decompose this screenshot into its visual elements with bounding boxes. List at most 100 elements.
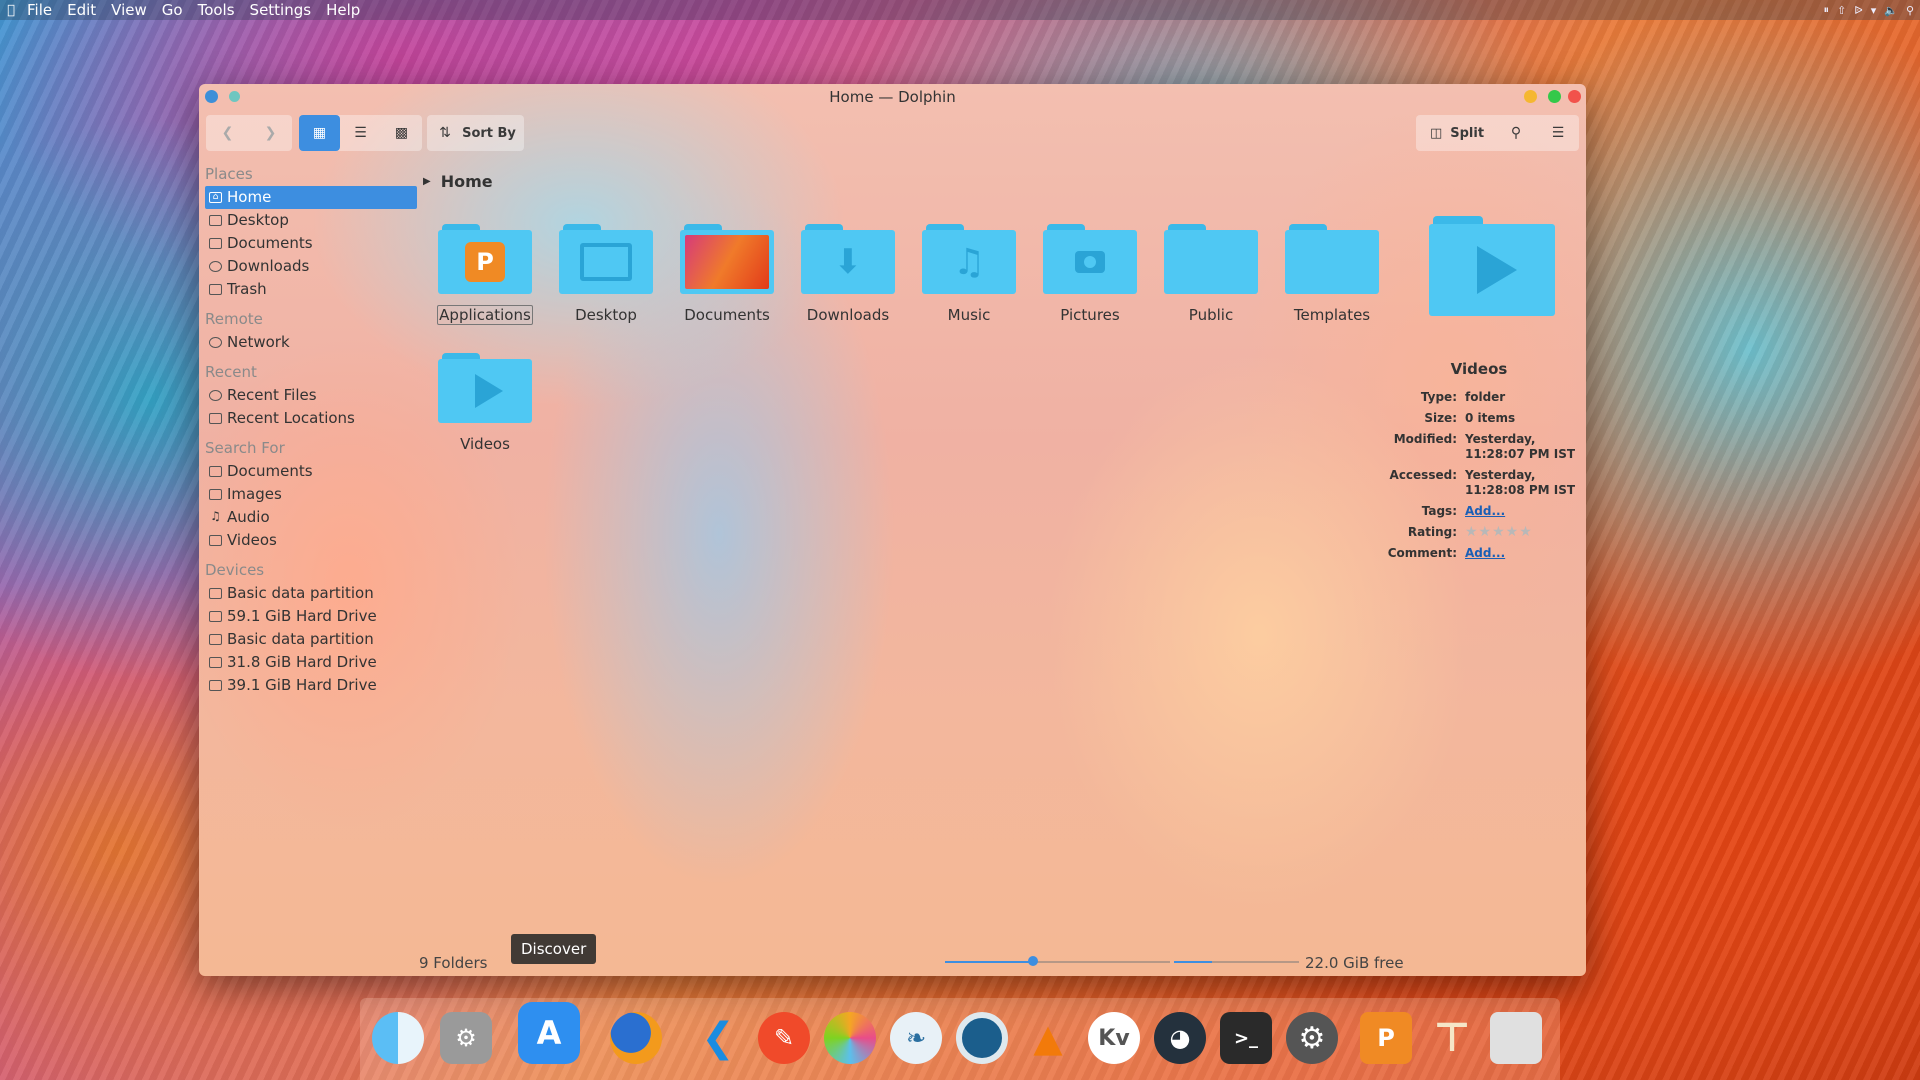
firefox-icon[interactable] <box>610 1012 662 1064</box>
view-mode-group: ▦ ☰ ▩ <box>299 115 422 151</box>
text-editor-icon[interactable]: ✎ <box>758 1012 810 1064</box>
folder-desktop[interactable]: Desktop <box>551 224 661 324</box>
folder-icon <box>438 353 532 423</box>
details-view-button[interactable]: ▩ <box>381 115 422 151</box>
forward-button[interactable]: ❯ <box>249 115 292 151</box>
sidebar-item-search-images[interactable]: Images <box>199 483 414 506</box>
status-bar: 9 Folders 22.0 GiB free <box>199 946 1586 976</box>
menu-go[interactable]: Go <box>157 1 193 19</box>
folder-templates[interactable]: Templates <box>1277 224 1387 324</box>
trash-icon[interactable] <box>1490 1012 1542 1064</box>
sidebar-item-documents[interactable]: Documents <box>199 232 414 255</box>
launchpad-icon[interactable]: ⚙ <box>440 1012 492 1064</box>
folder-label: Desktop <box>575 306 637 324</box>
folder-label: Pictures <box>1060 306 1120 324</box>
close-button[interactable] <box>1568 90 1581 103</box>
sidebar-item-trash[interactable]: Trash <box>199 278 414 301</box>
sidebar-item-device-4[interactable]: 31.8 GiB Hard Drive <box>199 651 414 674</box>
store-icon[interactable]: P <box>1360 1012 1412 1064</box>
calligra-icon[interactable]: ❧ <box>890 1012 942 1064</box>
discover-icon[interactable]: A <box>518 1002 580 1064</box>
minimize-button[interactable] <box>1524 90 1537 103</box>
finder-icon[interactable] <box>372 1012 424 1064</box>
drive-icon <box>209 634 222 645</box>
menu-edit[interactable]: Edit <box>62 1 106 19</box>
hamburger-menu-button[interactable]: ☰ <box>1538 115 1578 151</box>
zoom-slider[interactable] <box>945 956 1170 966</box>
breadcrumb-home[interactable]: Home <box>441 172 493 191</box>
folder-pictures[interactable]: Pictures <box>1035 224 1145 324</box>
add-comment-link[interactable]: Add... <box>1465 546 1505 560</box>
sidebar-item-device-5[interactable]: 39.1 GiB Hard Drive <box>199 674 414 697</box>
split-button[interactable]: ◫ Split <box>1420 115 1494 151</box>
kvantum-icon[interactable]: Kv <box>1088 1012 1140 1064</box>
breadcrumb[interactable]: ▶ Home <box>423 172 493 191</box>
sidebar-item-search-documents[interactable]: Documents <box>199 460 414 483</box>
folder-applications[interactable]: P Applications <box>430 224 540 325</box>
menu-view[interactable]: View <box>106 1 157 19</box>
sidebar-item-label: Trash <box>227 280 267 298</box>
apple-menu-icon[interactable]:  <box>0 3 22 18</box>
menubar:  File Edit View Go Tools Settings Help … <box>0 0 1920 20</box>
folder-videos[interactable]: Videos <box>430 353 540 453</box>
icons-view-button[interactable]: ▦ <box>299 115 340 151</box>
pause-icon[interactable]: ⏸ <box>1824 3 1830 17</box>
music-player-icon[interactable] <box>956 1012 1008 1064</box>
sidebar-item-device-1[interactable]: Basic data partition <box>199 582 414 605</box>
documents-icon <box>209 238 222 249</box>
menu-help[interactable]: Help <box>321 1 370 19</box>
folder-downloads[interactable]: ⬇ Downloads <box>793 224 903 324</box>
compact-view-button[interactable]: ☰ <box>340 115 381 151</box>
menu-tools[interactable]: Tools <box>193 1 245 19</box>
music-note-icon: ♫ <box>952 241 986 283</box>
folder-music[interactable]: ♫ Music <box>914 224 1024 324</box>
network-icon[interactable]: ▾ <box>1871 4 1877 17</box>
info-value: Yesterday, 11:28:07 PM IST <box>1465 432 1576 461</box>
sidebar-item-network[interactable]: Network <box>199 331 414 354</box>
folder-documents[interactable]: Documents <box>672 224 782 324</box>
titlebar[interactable]: Home — Dolphin <box>199 84 1586 108</box>
photos-icon[interactable] <box>824 1012 876 1064</box>
info-row-type: Type: folder <box>1379 390 1579 405</box>
sidebar-item-desktop[interactable]: Desktop <box>199 209 414 232</box>
info-key: Tags: <box>1421 504 1457 518</box>
back-button[interactable]: ❮ <box>206 115 249 151</box>
sidebar-item-search-audio[interactable]: ♫ Audio <box>199 506 414 529</box>
search-icon[interactable]: ⚲ <box>1906 4 1914 17</box>
split-label: Split <box>1450 125 1485 141</box>
menu-settings[interactable]: Settings <box>245 1 322 19</box>
search-button[interactable]: ⚲ <box>1496 115 1536 151</box>
pin-app-icon[interactable]: ⊤ <box>1426 1012 1478 1064</box>
rating-stars[interactable]: ★★★★★ <box>1465 525 1579 540</box>
folder-public[interactable]: Public <box>1156 224 1266 324</box>
sidebar-item-label: 39.1 GiB Hard Drive <box>227 676 377 694</box>
sidebar-item-downloads[interactable]: Downloads <box>199 255 414 278</box>
info-row-rating: Rating: ★★★★★ <box>1379 525 1579 540</box>
add-tags-link[interactable]: Add... <box>1465 504 1505 518</box>
update-icon[interactable]: ⇧ <box>1837 4 1846 17</box>
maximize-button[interactable] <box>1548 90 1561 103</box>
folder-icon <box>559 224 653 294</box>
sidebar-item-label: Documents <box>227 234 313 252</box>
sort-by-button[interactable]: ⇅ Sort By <box>427 115 524 151</box>
free-space-label: 22.0 GiB free <box>1305 954 1404 972</box>
sidebar-item-device-2[interactable]: 59.1 GiB Hard Drive <box>199 605 414 628</box>
sidebar-item-recent-files[interactable]: Recent Files <box>199 384 414 407</box>
sidebar-item-recent-locations[interactable]: Recent Locations <box>199 407 414 430</box>
system-monitor-icon[interactable]: ◕ <box>1154 1012 1206 1064</box>
menu-file[interactable]: File <box>22 1 62 19</box>
volume-icon[interactable]: 🔈 <box>1884 4 1898 17</box>
terminal-icon[interactable]: >_ <box>1220 1012 1272 1064</box>
info-value: folder <box>1465 390 1506 404</box>
sidebar-item-search-videos[interactable]: Videos <box>199 529 414 552</box>
sidebar-item-label: Audio <box>227 508 270 526</box>
system-settings-icon[interactable]: ⚙ <box>1286 1012 1338 1064</box>
desktop-icon <box>209 215 222 226</box>
bluetooth-icon[interactable]: ᐉ <box>1854 4 1862 17</box>
sidebar-item-device-3[interactable]: Basic data partition <box>199 628 414 651</box>
vlc-icon[interactable]: ▲ <box>1022 1012 1074 1064</box>
zoom-slider-handle[interactable] <box>1027 956 1038 966</box>
sidebar-item-home[interactable]: ⌂ Home <box>205 186 417 209</box>
vscode-icon[interactable]: ❮ <box>692 1012 744 1064</box>
folder-label: Videos <box>460 435 510 453</box>
